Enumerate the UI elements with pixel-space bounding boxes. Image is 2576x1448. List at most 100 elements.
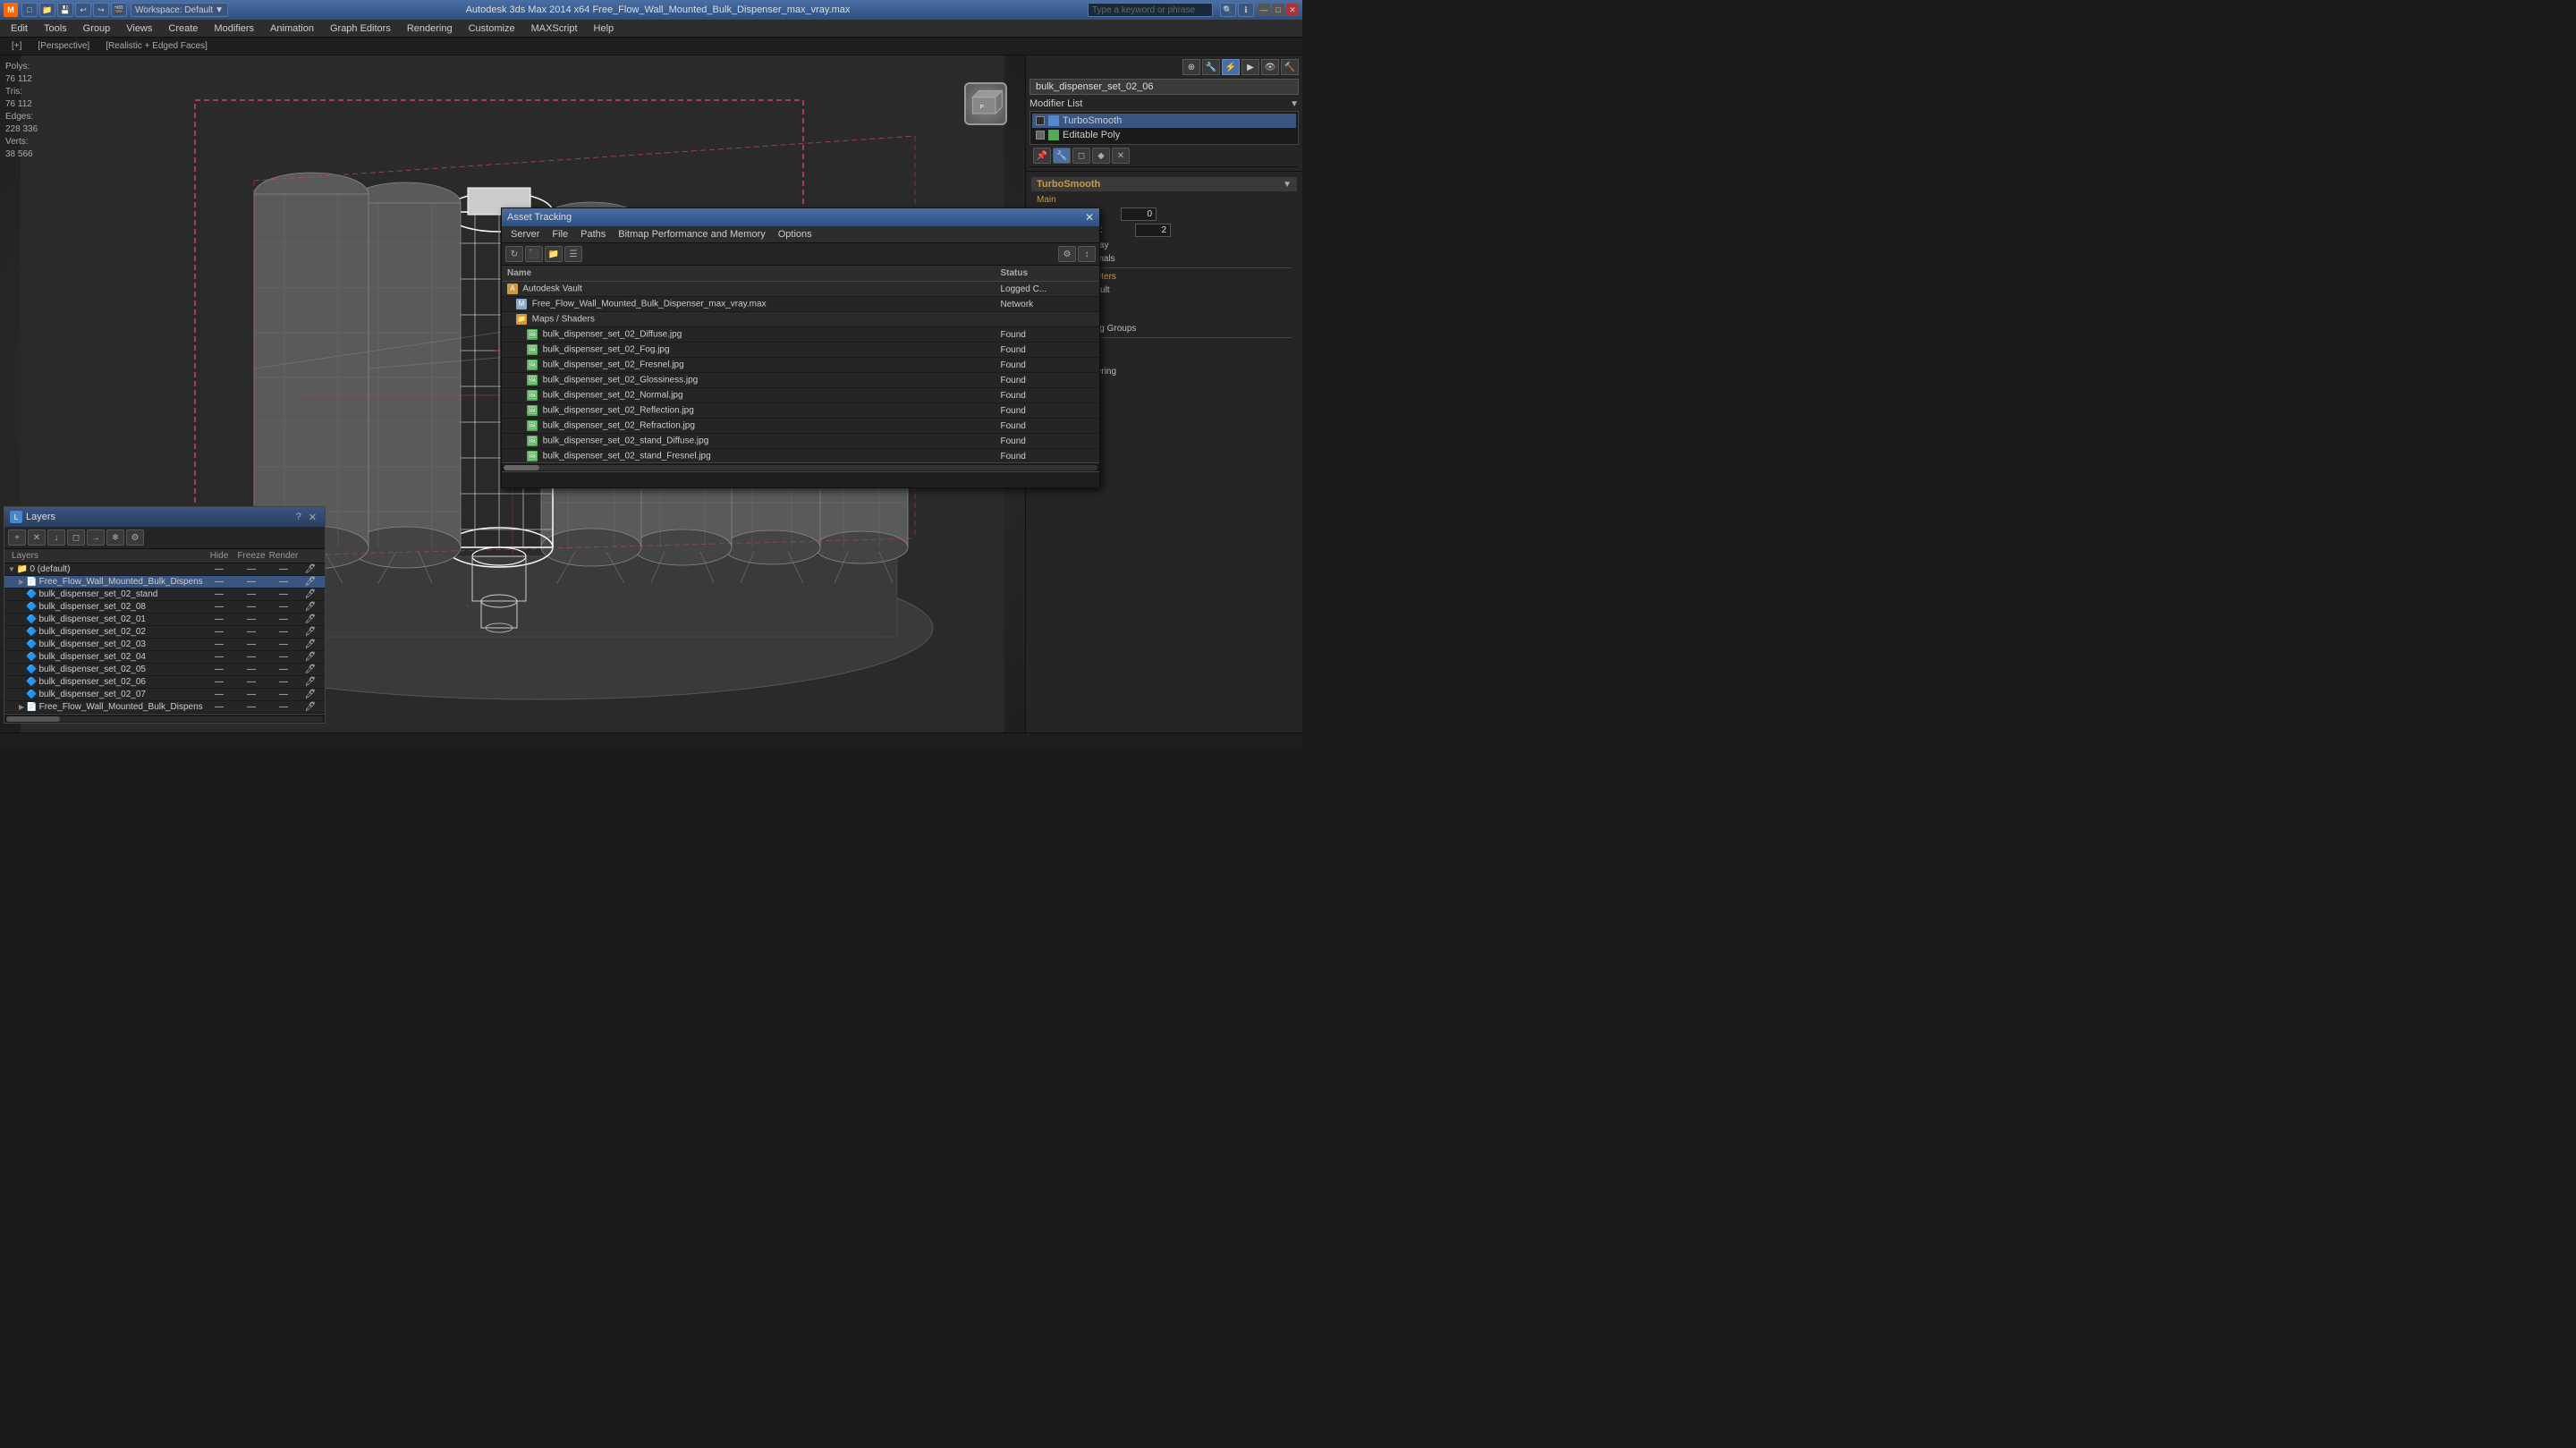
layers-new-button[interactable]: + [8, 529, 26, 546]
render-setup-button[interactable]: 🎬 [111, 3, 127, 17]
asset-settings-button[interactable]: ⚙ [1058, 246, 1076, 262]
asset-menu-server[interactable]: Server [505, 228, 545, 241]
modifier-item-turbosmooth[interactable]: TurboSmooth [1032, 114, 1296, 128]
layer-row[interactable]: 🔷 bulk_dispenser_set_02_08 — — — 🖊 [4, 601, 325, 614]
asset-row[interactable]: A Autodesk Vault Logged C... [502, 282, 1099, 297]
menu-item-group[interactable]: Group [76, 21, 118, 36]
asset-row[interactable]: 🖼 bulk_dispenser_set_02_stand_Fresnel.jp… [502, 449, 1099, 463]
render-iters-input[interactable] [1135, 224, 1171, 237]
new-button[interactable]: □ [21, 3, 38, 17]
asset-menu-file[interactable]: File [547, 228, 573, 241]
layer-row-selected[interactable]: ▶ 📄 Free_Flow_Wall_Mounted_Bulk_Dispense… [4, 576, 325, 589]
layers-settings-button[interactable]: ⚙ [126, 529, 144, 546]
layer-row[interactable]: ▼ 📁 0 (default) — — — 🖊 [4, 563, 325, 576]
panel-motion-icon[interactable]: ▶ [1241, 59, 1259, 75]
mod-visibility-box[interactable] [1036, 116, 1045, 125]
layers-scrollbar[interactable] [4, 714, 325, 723]
asset-sync-button[interactable]: ↕ [1078, 246, 1096, 262]
layers-move-button[interactable]: → [87, 529, 105, 546]
panel-modify-icon[interactable]: 🔧 [1202, 59, 1220, 75]
info-button[interactable]: ℹ [1238, 3, 1254, 17]
menu-item-animation[interactable]: Animation [263, 21, 321, 36]
asset-row[interactable]: 📁 Maps / Shaders [502, 312, 1099, 327]
panel-hierarchy-icon[interactable]: ⚡ [1222, 59, 1240, 75]
collapse-icon[interactable]: ▼ [1283, 180, 1292, 190]
mod-pin-button[interactable]: 📌 [1033, 148, 1051, 164]
layers-add-button[interactable]: ↓ [47, 529, 65, 546]
mod-instance-button[interactable]: ◻ [1072, 148, 1090, 164]
iterations-input[interactable] [1121, 207, 1157, 221]
maximize-button[interactable]: □ [1272, 4, 1284, 16]
layers-select-button[interactable]: ◻ [67, 529, 85, 546]
redo-button[interactable]: ↪ [93, 3, 109, 17]
save-button[interactable]: 💾 [57, 3, 73, 17]
layers-help-button[interactable]: ? [293, 511, 304, 523]
asset-refresh-button[interactable]: ↻ [505, 246, 523, 262]
layers-scrollbar-thumb[interactable] [6, 716, 60, 722]
mod-list-dropdown-arrow[interactable]: ▼ [1290, 99, 1299, 109]
undo-button[interactable]: ↩ [75, 3, 91, 17]
asset-menu-bitmap[interactable]: Bitmap Performance and Memory [613, 228, 770, 241]
panel-utilities-icon[interactable]: 🔨 [1281, 59, 1299, 75]
layers-delete-button[interactable]: ✕ [28, 529, 46, 546]
panel-create-icon[interactable]: ⊕ [1182, 59, 1200, 75]
asset-highlight-button[interactable]: ⬛ [525, 246, 543, 262]
minimize-button[interactable]: — [1258, 4, 1270, 16]
layers-freeze-button[interactable]: ❄ [106, 529, 124, 546]
asset-menu-paths[interactable]: Paths [575, 228, 611, 241]
menu-item-graph-editors[interactable]: Graph Editors [323, 21, 398, 36]
layers-scrollbar-track[interactable] [6, 716, 323, 722]
mod-unique-button[interactable]: ◆ [1092, 148, 1110, 164]
asset-row[interactable]: 🖼 bulk_dispenser_set_02_stand_Diffuse.jp… [502, 434, 1099, 449]
panel-display-icon[interactable]: 👁 [1261, 59, 1279, 75]
menu-item-maxscript[interactable]: MAXScript [524, 21, 585, 36]
layers-close-button[interactable]: ✕ [306, 511, 319, 524]
search-box[interactable]: Type a keyword or phrase [1088, 3, 1213, 17]
layer-row[interactable]: 🔷 bulk_dispenser_set_02_03 — — — 🖊 [4, 639, 325, 651]
workspace-dropdown[interactable]: Workspace: Default ▼ [131, 3, 228, 17]
asset-menu-options[interactable]: Options [773, 228, 818, 241]
layer-row[interactable]: 🔷 bulk_dispenser_set_02_06 — — — 🖊 [4, 676, 325, 689]
mod-remove-button[interactable]: ✕ [1112, 148, 1130, 164]
viewport-shading-button[interactable]: [Realistic + Edged Faces] [99, 39, 214, 53]
asset-path-button[interactable]: 📁 [545, 246, 563, 262]
asset-row[interactable]: 🖼 bulk_dispenser_set_02_Normal.jpg Found [502, 388, 1099, 403]
asset-row[interactable]: 🖼 bulk_dispenser_set_02_Fog.jpg Found [502, 343, 1099, 358]
asset-scrollbar-thumb[interactable] [504, 465, 539, 470]
asset-row[interactable]: 🖼 bulk_dispenser_set_02_Reflection.jpg F… [502, 403, 1099, 419]
asset-list-button[interactable]: ☰ [564, 246, 582, 262]
menu-item-create[interactable]: Create [161, 21, 205, 36]
menu-item-help[interactable]: Help [587, 21, 622, 36]
asset-row[interactable]: 🖼 bulk_dispenser_set_02_Refraction.jpg F… [502, 419, 1099, 434]
menu-item-edit[interactable]: Edit [4, 21, 35, 36]
asset-table-container[interactable]: Name Status A Autodesk Vault Logged C...… [502, 266, 1099, 462]
asset-scrollbar[interactable] [502, 462, 1099, 471]
menu-item-customize[interactable]: Customize [462, 21, 522, 36]
menu-item-modifiers[interactable]: Modifiers [207, 21, 261, 36]
menu-item-tools[interactable]: Tools [37, 21, 74, 36]
modifier-item-editablepoly[interactable]: Editable Poly [1032, 128, 1296, 142]
close-button[interactable]: ✕ [1286, 4, 1299, 16]
asset-row[interactable]: M Free_Flow_Wall_Mounted_Bulk_Dispenser_… [502, 297, 1099, 312]
cube-face[interactable]: P [964, 82, 1007, 125]
asset-row[interactable]: 🖼 bulk_dispenser_set_02_Fresnel.jpg Foun… [502, 358, 1099, 373]
layer-row[interactable]: 🔷 bulk_dispenser_set_02_01 — — — 🖊 [4, 614, 325, 626]
mod-visibility-box[interactable] [1036, 131, 1045, 140]
asset-row[interactable]: 🖼 bulk_dispenser_set_02_Diffuse.jpg Foun… [502, 327, 1099, 343]
help-search-button[interactable]: 🔍 [1220, 3, 1236, 17]
layer-row[interactable]: 🔷 bulk_dispenser_set_02_stand — — — 🖊 [4, 589, 325, 601]
mod-modify-button[interactable]: 🔧 [1053, 148, 1071, 164]
asset-row[interactable]: 🖼 bulk_dispenser_set_02_Glossiness.jpg F… [502, 373, 1099, 388]
open-button[interactable]: 📁 [39, 3, 55, 17]
viewport-plus-button[interactable]: [+] [5, 39, 28, 53]
viewport-type-button[interactable]: [Perspective] [31, 39, 96, 53]
layer-row[interactable]: 🔷 bulk_dispenser_set_02_07 — — — 🖊 [4, 689, 325, 701]
menu-item-rendering[interactable]: Rendering [400, 21, 460, 36]
asset-tracking-close-button[interactable]: ✕ [1085, 211, 1094, 224]
viewport-cube[interactable]: P [964, 82, 1007, 125]
layer-row[interactable]: ▶ 📄 Free_Flow_Wall_Mounted_Bulk_Dispense… [4, 701, 325, 714]
layer-row[interactable]: 🔷 bulk_dispenser_set_02_02 — — — 🖊 [4, 626, 325, 639]
layer-row[interactable]: 🔷 bulk_dispenser_set_02_04 — — — 🖊 [4, 651, 325, 664]
layer-row[interactable]: 🔷 bulk_dispenser_set_02_05 — — — 🖊 [4, 664, 325, 676]
menu-item-views[interactable]: Views [119, 21, 159, 36]
